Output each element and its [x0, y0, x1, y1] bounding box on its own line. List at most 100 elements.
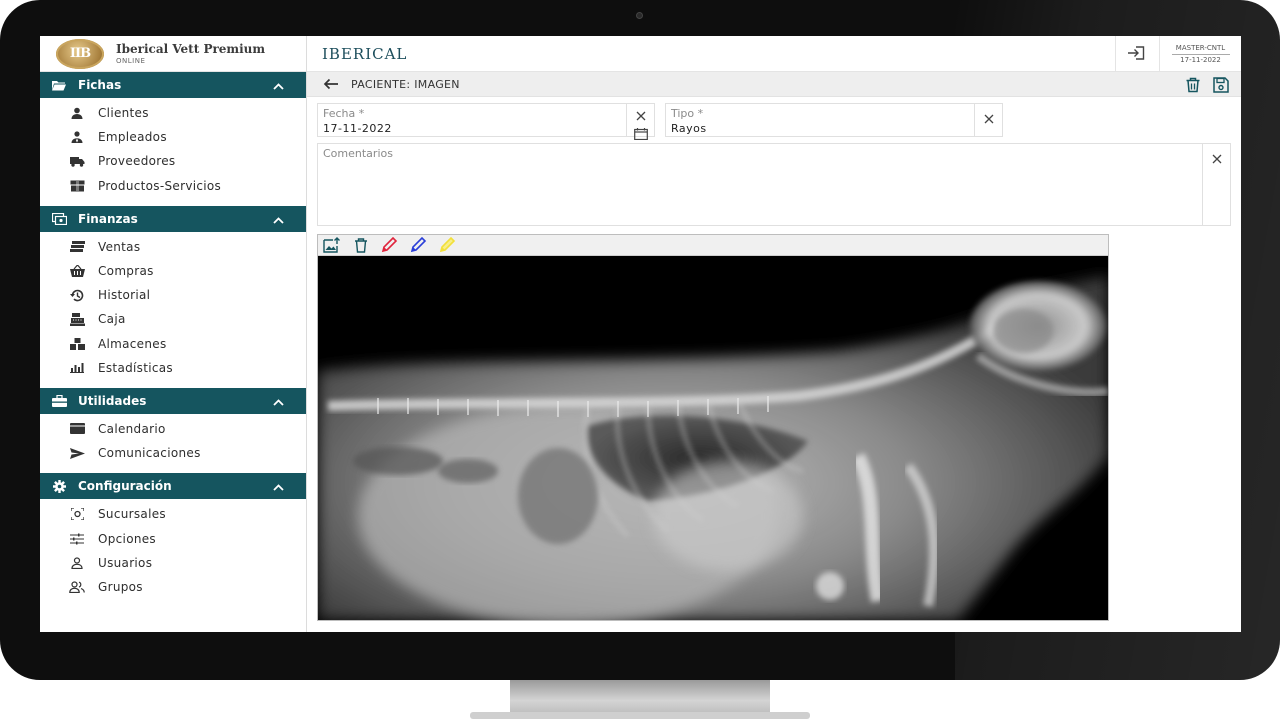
tipo-label: Tipo * [671, 107, 704, 120]
boxes-icon [68, 337, 86, 351]
sidebar-item-empleados[interactable]: Empleados [40, 125, 306, 149]
section-configuracion[interactable]: Configuración [40, 473, 306, 500]
brand-title: Iberical Vett Premium [116, 42, 266, 56]
sliders-icon [68, 532, 86, 546]
sidebar-item-label: Empleados [98, 130, 167, 145]
page-title: PACIENTE: IMAGEN [351, 77, 460, 91]
register-icon [68, 312, 86, 326]
section-label: Utilidades [78, 393, 147, 408]
sidebar-item-calendario[interactable]: Calendario [40, 417, 306, 441]
calendar-picker-icon[interactable] [633, 125, 648, 144]
delete-image-icon[interactable] [351, 237, 370, 254]
sidebar-item-label: Historial [98, 288, 151, 303]
sidebar-item-label: Compras [98, 264, 154, 279]
logout-icon [1127, 45, 1145, 64]
sidebar-item-label: Opciones [98, 531, 156, 546]
fecha-field[interactable]: Fecha * 17-11-2022 [317, 103, 655, 141]
webcam-icon [636, 12, 643, 19]
sidebar-item-sucursales[interactable]: Sucursales [40, 502, 306, 526]
pen-red-icon[interactable] [380, 237, 399, 254]
clear-tipo-icon[interactable] [984, 109, 994, 128]
sidebar-item-label: Productos-Servicios [98, 178, 222, 193]
branch-icon [68, 507, 86, 521]
section-label: Fichas [78, 78, 122, 92]
monitor-stand-base [470, 712, 810, 719]
tipo-field[interactable]: Tipo * Rayos [665, 103, 1003, 137]
topbar: IBERICAL MASTER-CNTL 17-11-2022 [307, 36, 1241, 72]
tipo-value[interactable]: Rayos [671, 122, 707, 135]
sidebar-item-proveedores[interactable]: Proveedores [40, 149, 306, 173]
brand[interactable]: IIB Iberical Vett Premium ONLINE [40, 36, 306, 72]
app-screen: IIB Iberical Vett Premium ONLINE Fichas … [40, 36, 1241, 632]
pen-blue-icon[interactable] [409, 237, 428, 254]
sidebar-item-label: Caja [98, 312, 126, 327]
xray-image[interactable] [318, 256, 1108, 620]
chevron-up-icon[interactable] [273, 213, 284, 227]
folder-icon [50, 78, 68, 92]
master-label: MASTER-CNTL [1175, 43, 1226, 52]
sidebar-item-ventas[interactable]: Ventas [40, 235, 306, 259]
app-title: IBERICAL [322, 44, 408, 63]
employee-icon [68, 130, 86, 144]
gear-icon [50, 479, 68, 493]
fecha-label: Fecha * [323, 107, 365, 120]
session-info: MASTER-CNTL 17-11-2022 [1159, 36, 1241, 72]
chevron-up-icon[interactable] [273, 480, 284, 494]
sidebar-item-label: Estadísticas [98, 360, 173, 375]
send-icon [68, 446, 86, 460]
sidebar-item-label: Almacenes [98, 336, 167, 351]
master-date: 17-11-2022 [1180, 55, 1221, 64]
page-header: PACIENTE: IMAGEN [307, 72, 1241, 97]
main-content: IBERICAL MASTER-CNTL 17-11-2022 PACIENTE… [307, 36, 1241, 632]
sidebar-item-comunicaciones[interactable]: Comunicaciones [40, 441, 306, 465]
history-icon [68, 288, 86, 302]
sidebar: IIB Iberical Vett Premium ONLINE Fichas … [40, 36, 307, 632]
sidebar-item-productos-servicios[interactable]: Productos-Servicios [40, 174, 306, 198]
logo-text: IIB [69, 46, 91, 61]
comentarios-field[interactable]: Comentarios [317, 143, 1231, 226]
sidebar-item-compras[interactable]: Compras [40, 259, 306, 283]
sidebar-item-label: Proveedores [98, 154, 176, 169]
clear-comentarios-icon[interactable] [1212, 149, 1222, 168]
fecha-value[interactable]: 17-11-2022 [323, 122, 392, 135]
highlighter-yellow-icon[interactable] [438, 237, 457, 254]
sidebar-item-estadisticas[interactable]: Estadísticas [40, 356, 306, 380]
save-icon[interactable] [1213, 77, 1229, 97]
back-arrow-icon[interactable] [323, 77, 341, 91]
group-icon [68, 580, 86, 594]
sidebar-item-label: Grupos [98, 579, 143, 594]
person-icon [68, 106, 86, 120]
logo: IIB [56, 38, 104, 69]
sidebar-item-opciones[interactable]: Opciones [40, 526, 306, 550]
section-fichas[interactable]: Fichas [40, 72, 306, 98]
cash-stack-icon [68, 240, 86, 254]
section-finanzas[interactable]: Finanzas [40, 205, 306, 232]
truck-icon [68, 154, 86, 168]
sidebar-item-usuarios[interactable]: Usuarios [40, 551, 306, 575]
image-toolbar [318, 235, 1108, 256]
sidebar-item-almacenes[interactable]: Almacenes [40, 332, 306, 356]
sidebar-item-historial[interactable]: Historial [40, 283, 306, 307]
sidebar-item-clientes[interactable]: Clientes [40, 101, 306, 125]
section-utilidades[interactable]: Utilidades [40, 387, 306, 414]
sidebar-item-label: Comunicaciones [98, 446, 201, 461]
chevron-up-icon[interactable] [273, 79, 284, 93]
sidebar-item-label: Clientes [98, 106, 149, 121]
money-icon [50, 212, 68, 226]
sidebar-item-caja[interactable]: Caja [40, 307, 306, 331]
clear-fecha-icon[interactable] [636, 106, 646, 125]
sidebar-item-label: Ventas [98, 239, 141, 254]
chevron-up-icon[interactable] [273, 395, 284, 409]
logout-button[interactable] [1115, 36, 1155, 72]
box-icon [68, 179, 86, 193]
comentarios-label: Comentarios [323, 147, 393, 160]
basket-icon [68, 264, 86, 278]
sidebar-item-grupos[interactable]: Grupos [40, 575, 306, 599]
brand-subtitle: ONLINE [116, 57, 146, 65]
sidebar-item-label: Sucursales [98, 507, 166, 522]
bar-chart-icon [68, 361, 86, 375]
monitor-stand [510, 680, 770, 714]
delete-icon[interactable] [1185, 77, 1201, 97]
image-panel [317, 234, 1109, 621]
image-upload-icon[interactable] [322, 237, 341, 254]
